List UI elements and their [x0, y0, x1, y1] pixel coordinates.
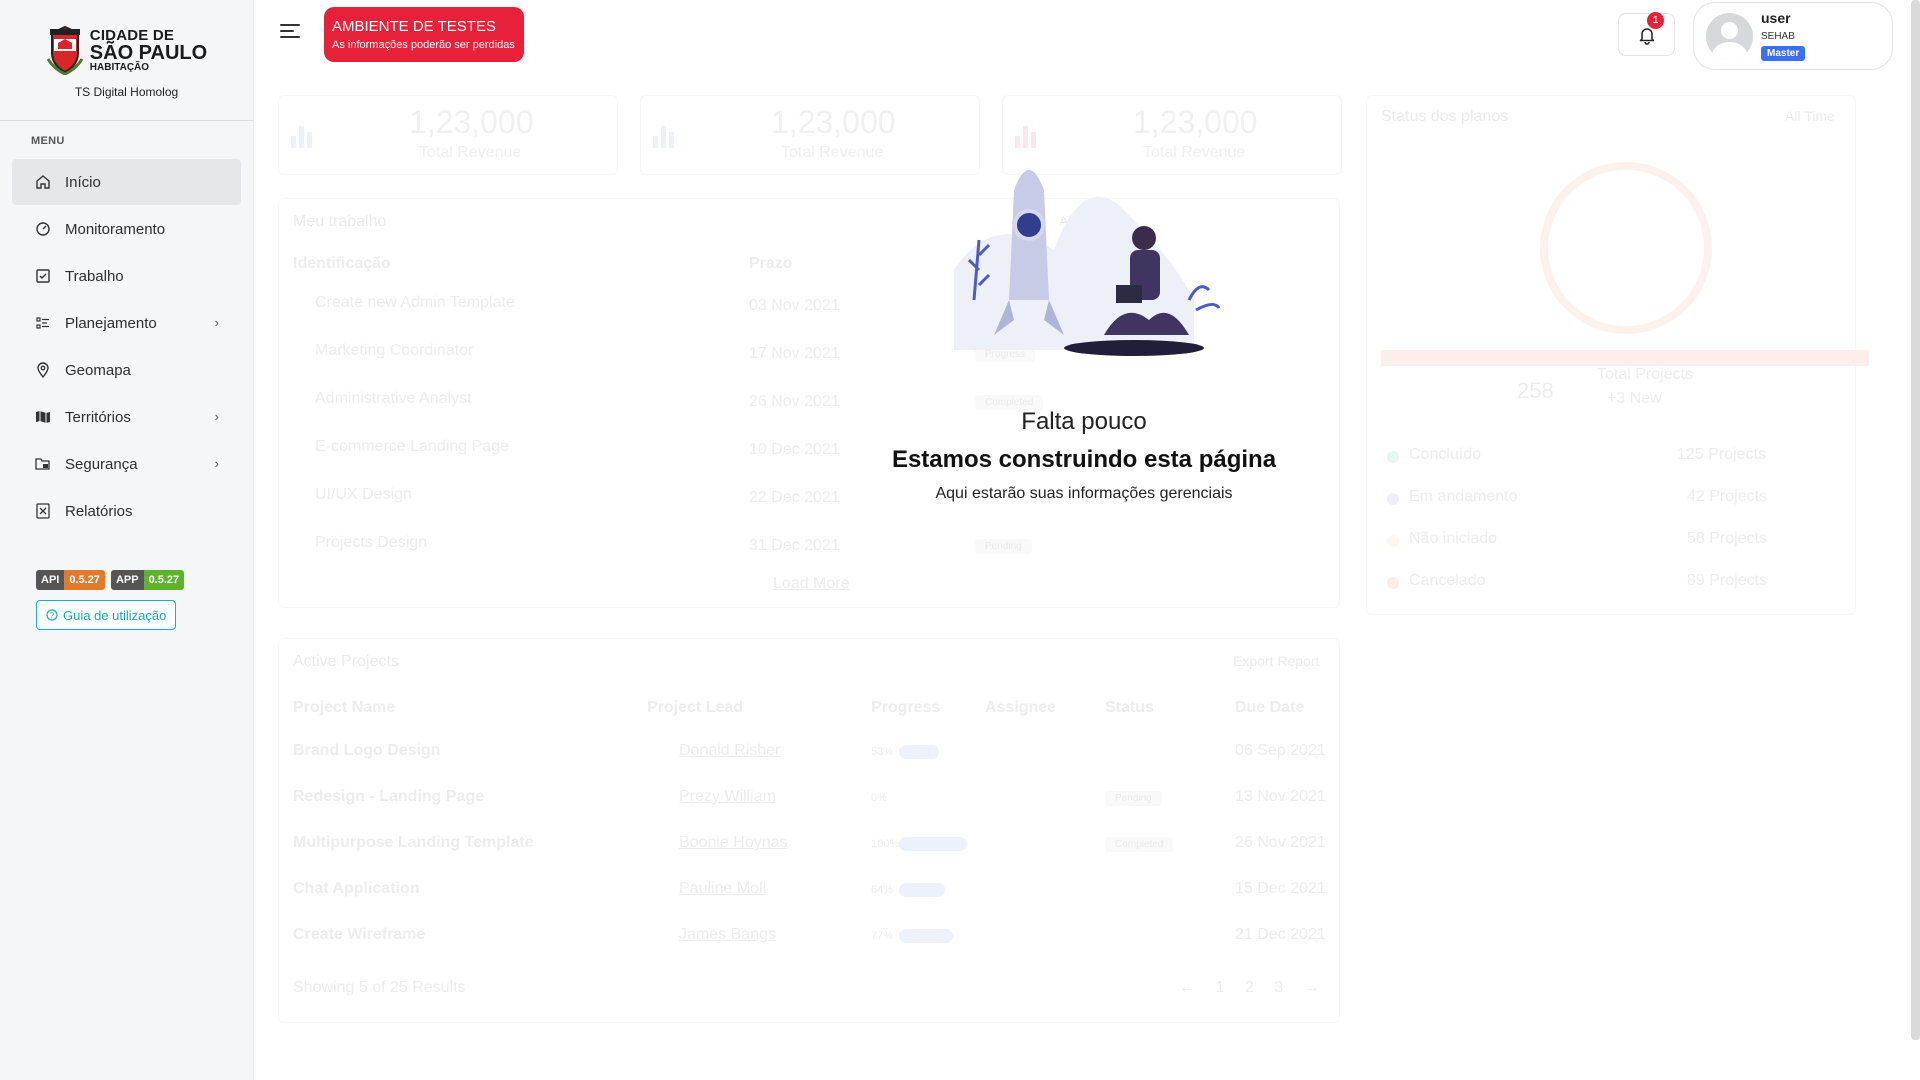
badge-key: APP — [110, 570, 144, 590]
sidebar-item-label: Segurança — [65, 455, 138, 473]
under-construction-overlay: Falta pouco Estamos construindo esta pág… — [254, 0, 1914, 1080]
map-icon — [34, 408, 52, 426]
badge-key: API — [36, 570, 65, 590]
question-circle-icon: ? — [46, 609, 58, 621]
sidebar-item-geomapa[interactable]: Geomapa — [12, 347, 241, 393]
construction-headline: Estamos construindo esta página — [891, 446, 1277, 473]
sidebar-nav: Início Monitoramento Trabalho Planejamen… — [0, 159, 253, 534]
svg-text:?: ? — [50, 611, 55, 620]
environment-name: TS Digital Homolog — [74, 85, 179, 99]
construction-subtext: Aqui estarão suas informações gerenciais — [935, 485, 1233, 502]
sidebar-item-label: Planejamento — [65, 314, 157, 332]
logo-line1: CIDADE DE — [89, 26, 175, 44]
api-version-badge: API 0.5.27 — [36, 570, 105, 590]
city-logo[interactable]: CIDADE DE SÃO PAULO HABITAÇÃO — [46, 25, 207, 75]
menu-heading: MENU — [31, 135, 65, 147]
sidebar: CIDADE DE SÃO PAULO HABITAÇÃO TS Digital… — [0, 0, 254, 1080]
logo-line2: SÃO PAULO — [89, 41, 208, 64]
sidebar-item-planejamento[interactable]: Planejamento › — [12, 300, 241, 346]
logo-line3: HABITAÇÃO — [89, 61, 150, 73]
sidebar-item-territorios[interactable]: Territórios › — [12, 394, 241, 440]
gauge-icon — [34, 220, 52, 238]
badge-value: 0.5.27 — [64, 570, 105, 590]
sidebar-item-monitoramento[interactable]: Monitoramento — [12, 206, 241, 252]
sidebar-item-label: Início — [65, 173, 101, 191]
sidebar-item-label: Trabalho — [65, 267, 124, 285]
coat-of-arms-icon — [46, 25, 84, 75]
chevron-right-icon: › — [214, 456, 219, 471]
logo-area: CIDADE DE SÃO PAULO HABITAÇÃO TS Digital… — [0, 0, 253, 121]
list-icon — [34, 314, 52, 332]
chevron-right-icon: › — [214, 409, 219, 424]
sidebar-item-seguranca[interactable]: Segurança › — [12, 441, 241, 487]
checkbox-icon — [34, 267, 52, 285]
usage-guide-button[interactable]: ? Guia de utilização — [36, 600, 177, 630]
construction-eyebrow: Falta pouco — [1021, 408, 1147, 435]
sidebar-item-trabalho[interactable]: Trabalho — [12, 253, 241, 299]
usage-guide-label: Guia de utilização — [63, 607, 167, 623]
sidebar-item-label: Relatórios — [65, 502, 133, 520]
sidebar-item-label: Monitoramento — [65, 220, 166, 238]
sidebar-item-inicio[interactable]: Início — [12, 159, 241, 205]
sidebar-item-label: Territórios — [65, 408, 131, 426]
badge-value: 0.5.27 — [143, 570, 185, 590]
map-pin-icon — [34, 361, 52, 379]
folder-lock-icon — [34, 455, 52, 473]
home-icon — [34, 173, 52, 191]
sidebar-item-relatorios[interactable]: Relatórios — [12, 488, 241, 534]
report-icon — [34, 502, 52, 520]
rocket-person-illustration — [954, 170, 1221, 356]
sidebar-item-label: Geomapa — [65, 361, 131, 379]
app-version-badge: APP 0.5.27 — [110, 570, 185, 590]
version-badges: API 0.5.27 APP 0.5.27 — [36, 570, 253, 590]
chevron-right-icon: › — [214, 315, 219, 330]
